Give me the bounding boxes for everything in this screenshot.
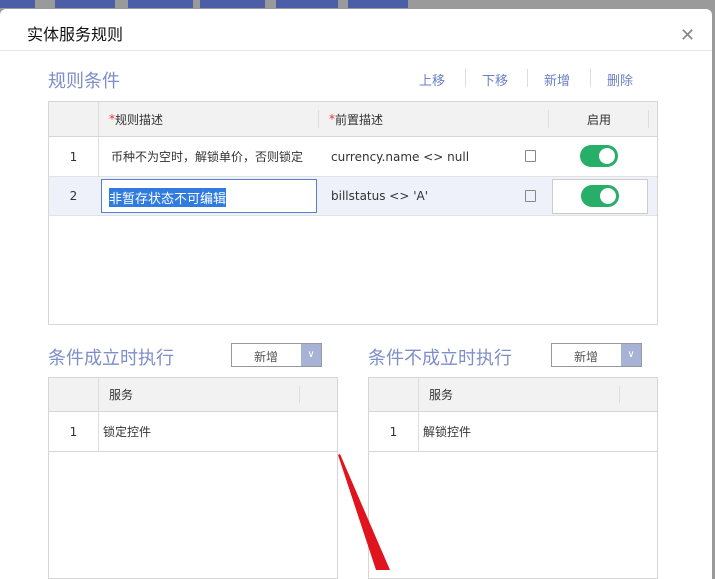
annotation-arrow — [338, 454, 390, 570]
